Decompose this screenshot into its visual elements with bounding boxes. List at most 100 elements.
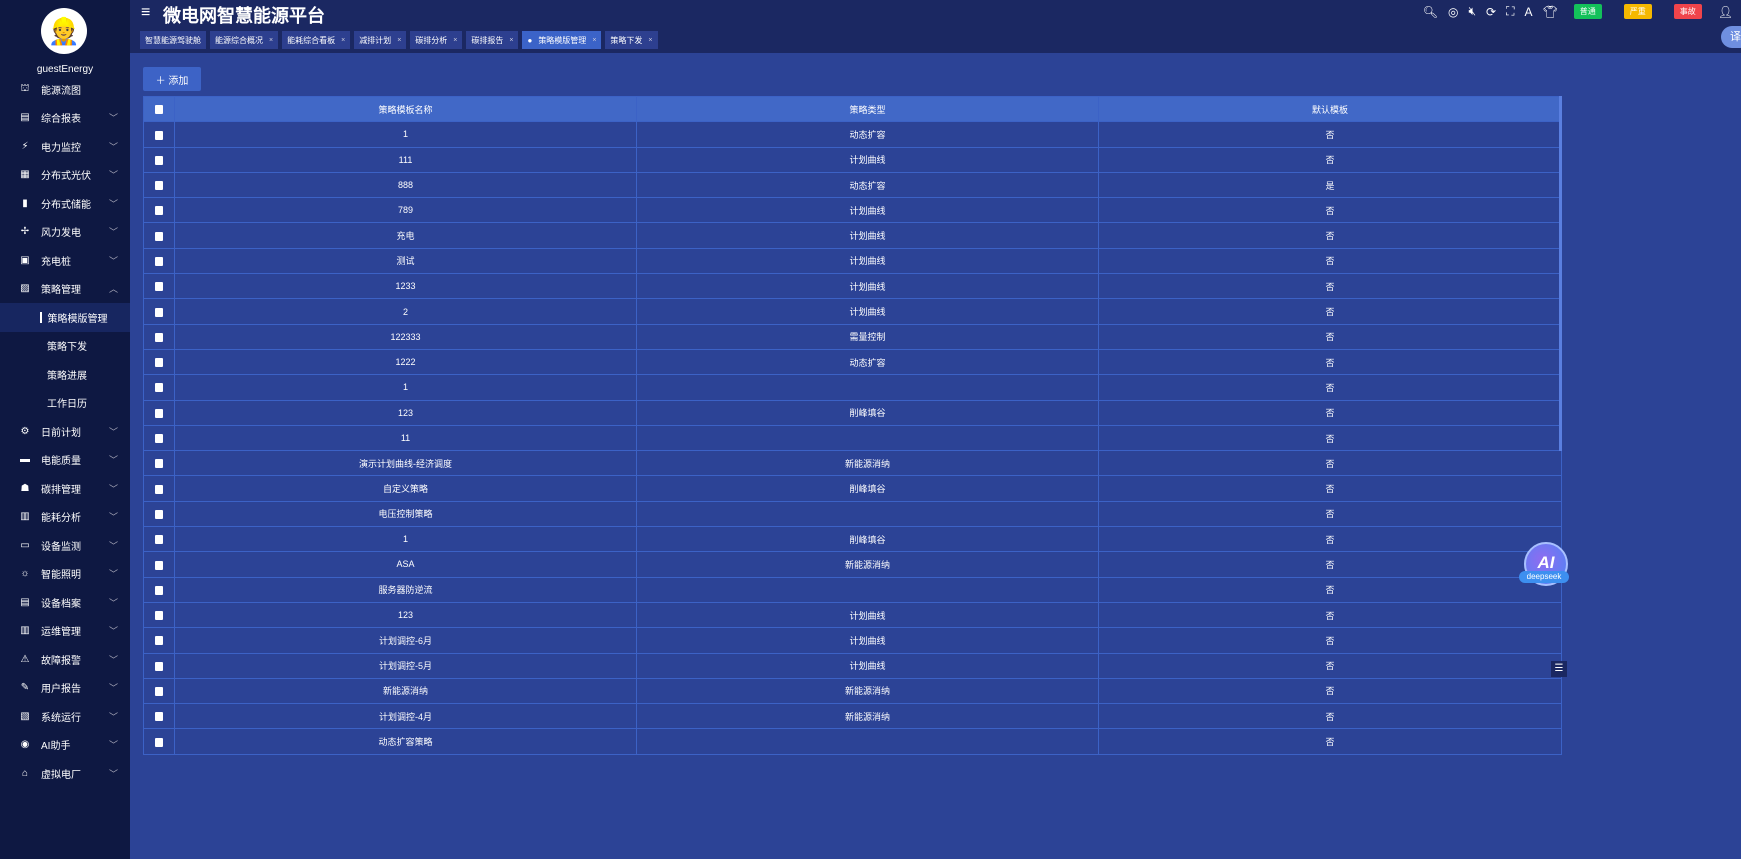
table-row[interactable]: 1233 计划曲线否 [143, 273, 1562, 300]
sidebar-item[interactable]: ▦ 分布式光伏 ﹀ [0, 161, 130, 190]
sidebar-item[interactable]: ⚙ 日前计划 ﹀ [0, 417, 130, 446]
tab[interactable]: 减排计划 × [354, 31, 407, 49]
sidebar-item[interactable]: ⛫ 能源流图 [0, 75, 130, 104]
row-checkbox[interactable] [155, 535, 163, 545]
close-icon[interactable]: × [453, 37, 457, 44]
row-checkbox[interactable] [155, 130, 163, 140]
refresh-icon[interactable]: ⟳ [1486, 5, 1496, 19]
table-row[interactable]: 电压控制策略 否 [143, 500, 1562, 528]
sidebar-subitem[interactable]: 策略进展 [0, 360, 130, 389]
table-row[interactable]: 充电 计划曲线否 [143, 222, 1562, 249]
alarm-badge[interactable]: 严重 [1623, 4, 1652, 19]
font-size-icon[interactable]: A [1525, 5, 1533, 19]
table-row[interactable]: 自定义策略 削峰填谷否 [143, 475, 1562, 502]
tab[interactable]: 策略下发 × [605, 31, 658, 49]
close-icon[interactable]: × [269, 37, 273, 44]
help-icon[interactable]: ◎ [1448, 5, 1458, 19]
row-checkbox[interactable] [155, 585, 163, 595]
sidebar-item[interactable]: ▤ 设备档案 ﹀ [0, 588, 130, 617]
sidebar-item[interactable]: ▥ 能耗分析 ﹀ [0, 503, 130, 532]
row-checkbox[interactable] [155, 231, 163, 241]
row-checkbox[interactable] [155, 484, 163, 494]
close-icon[interactable]: × [648, 37, 652, 44]
table-row[interactable]: 计划调控-6月 计划曲线否 [143, 627, 1562, 654]
row-checkbox[interactable] [155, 332, 163, 342]
avatar[interactable]: 👷 [41, 8, 87, 54]
table-row[interactable]: 演示计划曲线-经济调度 新能源消纳否 [143, 450, 1562, 477]
sidebar-item[interactable]: ⌂ 虚拟电厂 ﹀ [0, 759, 130, 788]
table-row[interactable]: 计划调控-4月 新能源消纳否 [143, 703, 1562, 730]
sidebar-item[interactable]: ⚠ 故障报警 ﹀ [0, 645, 130, 674]
sidebar-item[interactable]: ▮ 分布式储能 ﹀ [0, 189, 130, 218]
table-row[interactable]: 测试 计划曲线否 [143, 247, 1562, 275]
row-checkbox[interactable] [155, 687, 163, 697]
sidebar-item[interactable]: ▬ 电能质量 ﹀ [0, 446, 130, 475]
table-row[interactable]: 计划调控-5月 计划曲线否 [143, 652, 1562, 679]
sidebar-item[interactable]: ▭ 设备监测 ﹀ [0, 531, 130, 560]
close-icon[interactable]: × [397, 37, 401, 44]
select-all-checkbox[interactable] [155, 105, 163, 115]
table-row[interactable]: 2 计划曲线否 [143, 298, 1562, 325]
fullscreen-icon[interactable]: ⛶ [1506, 4, 1514, 19]
row-checkbox[interactable] [155, 408, 163, 418]
row-checkbox[interactable] [155, 181, 163, 191]
row-checkbox[interactable] [155, 459, 163, 469]
sidebar-item[interactable]: ▧ 系统运行 ﹀ [0, 702, 130, 731]
row-checkbox[interactable] [155, 155, 163, 165]
row-checkbox[interactable] [155, 434, 163, 444]
row-checkbox[interactable] [155, 636, 163, 646]
table-row[interactable]: 动态扩容策略 否 [143, 728, 1562, 755]
close-icon[interactable]: × [341, 37, 345, 44]
ai-assistant-label[interactable]: deepseek [1519, 571, 1569, 583]
sidebar-item[interactable]: ✢ 风力发电 ﹀ [0, 218, 130, 247]
mute-icon[interactable]: 🔇︎ [1468, 4, 1476, 19]
row-checkbox[interactable] [155, 358, 163, 368]
translate-button[interactable]: 译 [1721, 26, 1741, 48]
sidebar-item[interactable]: ▨ 策略管理 ︿ [0, 275, 130, 304]
tab[interactable]: ● 策略模版管理 × [522, 31, 602, 49]
row-checkbox[interactable] [155, 383, 163, 393]
table-row[interactable]: ASA 新能源消纳否 [143, 551, 1562, 578]
close-icon[interactable]: × [509, 37, 513, 44]
sidebar-item[interactable]: ◉ AI助手 ﹀ [0, 731, 130, 760]
table-row[interactable]: 11 否 [143, 424, 1562, 452]
alarm-badge[interactable]: 普通 [1573, 4, 1602, 19]
row-checkbox[interactable] [155, 661, 163, 671]
row-checkbox[interactable] [155, 282, 163, 292]
table-row[interactable]: 789 计划曲线否 [143, 197, 1562, 224]
table-row[interactable]: 123 削峰填谷否 [143, 399, 1562, 426]
table-row[interactable]: 1 动态扩容否 [143, 121, 1562, 148]
user-icon[interactable]: 👤︎ [1718, 5, 1733, 19]
tab[interactable]: 碳排分析 × [410, 31, 463, 49]
row-checkbox[interactable] [155, 712, 163, 722]
table-scrollbar[interactable] [1559, 96, 1562, 451]
add-button[interactable]: ＋ 添加 [143, 67, 201, 91]
table-row[interactable]: 111 计划曲线否 [143, 146, 1562, 173]
menu-toggle-icon[interactable]: ≡ [141, 4, 150, 22]
settings-icon[interactable]: ☰ [1551, 661, 1567, 677]
table-row[interactable]: 888 动态扩容是 [143, 171, 1562, 199]
sidebar-subitem[interactable]: 策略模版管理 [0, 303, 130, 332]
row-checkbox[interactable] [155, 509, 163, 519]
table-row[interactable]: 122333 需量控制否 [143, 323, 1562, 350]
table-row[interactable]: 新能源消纳 新能源消纳否 [143, 677, 1562, 705]
table-row[interactable]: 1222 动态扩容否 [143, 348, 1562, 376]
sidebar-item[interactable]: ▣ 充电桩 ﹀ [0, 246, 130, 275]
tab[interactable]: 能源综合概况 × [210, 31, 279, 49]
row-checkbox[interactable] [155, 737, 163, 747]
tab[interactable]: 能耗综合看板 × [282, 31, 351, 49]
row-checkbox[interactable] [155, 256, 163, 266]
sidebar-item[interactable]: ✎ 用户报告 ﹀ [0, 674, 130, 703]
sidebar-item[interactable]: ⚡ 电力监控 ﹀ [0, 132, 130, 161]
sidebar-subitem[interactable]: 策略下发 [0, 332, 130, 361]
row-checkbox[interactable] [155, 611, 163, 621]
table-row[interactable]: 服务器防逆流 否 [143, 576, 1562, 603]
theme-icon[interactable]: 👕︎ [1543, 5, 1558, 19]
sidebar-item[interactable]: ☗ 碳排管理 ﹀ [0, 474, 130, 503]
sidebar-subitem[interactable]: 工作日历 [0, 389, 130, 418]
search-icon[interactable]: 🔍︎ [1423, 5, 1438, 19]
table-row[interactable]: 1否 [143, 374, 1562, 401]
sidebar-item[interactable]: ▤ 综合报表 ﹀ [0, 104, 130, 133]
row-checkbox[interactable] [155, 560, 163, 570]
sidebar-item[interactable]: ☼ 智能照明 ﹀ [0, 560, 130, 589]
